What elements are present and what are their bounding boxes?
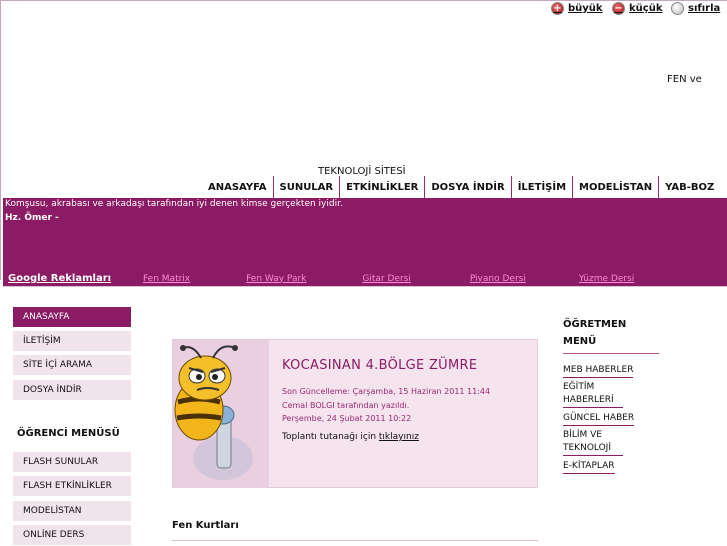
teacher-menu-e-kitaplar[interactable]: E-KİTAPLAR — [563, 460, 615, 474]
ads-bar: Google Reklamları Fen Matrix Fen Way Par… — [3, 272, 665, 285]
banner-quote-author: Hz. Ömer - — [5, 213, 59, 223]
ad-link[interactable]: Yüzme Dersi — [579, 274, 634, 284]
minus-icon: − — [612, 2, 625, 15]
font-bigger-button[interactable]: + büyük — [551, 1, 603, 16]
news-date: Perşembe, 24 Şubat 2011 10:22 — [282, 414, 412, 423]
news-body-link[interactable]: tıklayınız — [379, 432, 419, 442]
banner-quote: Komşusu, akrabası ve arkadaşı tarafından… — [5, 199, 343, 209]
top-navigation: ANASAYFA SUNULAR ETKİNLİKLER DOSYA İNDİR… — [202, 176, 720, 198]
left-menu-anasayfa[interactable]: ANASAYFA — [13, 307, 131, 328]
news-title[interactable]: KOCASINAN 4.BÖLGE ZÜMRE — [282, 358, 477, 373]
nav-item-iletisim[interactable]: İLETİŞİM — [510, 176, 572, 198]
frame-left-border — [0, 0, 1, 280]
left-menu-site-search[interactable]: SİTE İÇİ ARAMA — [13, 355, 131, 376]
font-reset-label: sıfırla — [688, 3, 721, 14]
nav-item-dosya-indir[interactable]: DOSYA İNDİR — [424, 176, 510, 198]
nav-item-modelistan[interactable]: MODELİSTAN — [572, 176, 658, 198]
news-body-text: Toplantı tutanağı için — [282, 432, 377, 442]
student-menu-flash-etkinlikler[interactable]: FLASH ETKİNLİKLER — [13, 476, 131, 497]
teacher-menu-guncel-haber[interactable]: GÜNCEL HABER — [563, 412, 635, 426]
teacher-menu-egitim-haberleri[interactable]: EĞİTİM HABERLERİ — [563, 381, 623, 408]
bee-mascot-icon — [173, 340, 269, 488]
student-menu-title: ÖĞRENCİ MENÜSÜ — [17, 428, 120, 439]
nav-item-anasayfa[interactable]: ANASAYFA — [202, 176, 273, 198]
ads-title: Google Reklamları — [8, 273, 112, 284]
student-menu-modelistan[interactable]: MODELİSTAN — [13, 501, 131, 522]
news-body: Toplantı tutanağı için tıklayınız — [282, 432, 419, 442]
teacher-menu-meb-haberler[interactable]: MEB HABERLER — [563, 364, 634, 378]
teacher-menu-bilim-teknoloji[interactable]: BİLİM VE TEKNOLOJİ — [563, 429, 623, 456]
student-menu-online-ders[interactable]: ONLİNE DERS — [13, 525, 131, 546]
student-menu-flash-sunular[interactable]: FLASH SUNULAR — [13, 452, 131, 473]
site-title-part1: FEN ve — [667, 74, 702, 85]
left-menu-iletisim[interactable]: İLETİŞİM — [13, 331, 131, 352]
ad-link[interactable]: Gitar Dersi — [362, 274, 410, 284]
fen-section-title: Fen Kurtları — [172, 520, 239, 531]
news-updated: Son Güncelleme: Çarşamba, 15 Haziran 201… — [282, 387, 491, 396]
left-menu-dosya-indir[interactable]: DOSYA İNDİR — [13, 380, 131, 401]
fen-section-divider — [172, 540, 538, 541]
ad-link[interactable]: Piyano Dersi — [470, 274, 526, 284]
font-smaller-label: küçük — [629, 3, 663, 14]
news-author: Cemal BOLGI tarafından yazıldı. — [282, 401, 410, 410]
banner-divider — [3, 286, 727, 287]
plus-icon: + — [551, 2, 564, 15]
ad-link[interactable]: Fen Way Park — [246, 274, 306, 284]
nav-item-yab-boz[interactable]: YAB-BOZ — [658, 176, 720, 198]
reset-icon — [671, 2, 684, 15]
nav-item-sunular[interactable]: SUNULAR — [272, 176, 340, 198]
nav-item-etkinlikler[interactable]: ETKİNLİKLER — [339, 176, 424, 198]
teacher-menu-title: ÖĞRETMEN MENÜ — [563, 316, 659, 354]
font-reset-button[interactable]: sıfırla — [671, 1, 720, 16]
ad-link[interactable]: Fen Matrix — [143, 274, 190, 284]
font-bigger-label: büyük — [568, 3, 603, 14]
font-smaller-button[interactable]: − küçük — [612, 1, 662, 16]
